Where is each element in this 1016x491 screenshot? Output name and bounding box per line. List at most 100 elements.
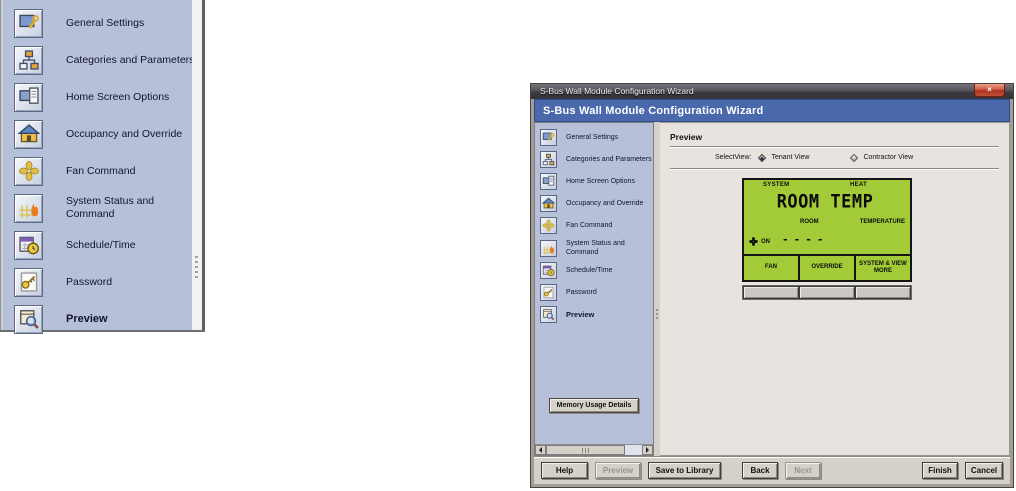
sidebar-item-label: Categories and Parameters <box>566 156 652 163</box>
select-view-row: SelectView: Tenant View Contractor View <box>715 153 999 162</box>
sidebar-item-preview[interactable]: Preview <box>14 304 192 334</box>
hardware-button-2[interactable] <box>800 287 854 298</box>
sidebar-item-categories-and-parameters[interactable]: Categories and Parameters <box>540 151 653 168</box>
sidebar-item-label: Password <box>566 289 597 297</box>
lcd-softkey-system-view-more: SYSTEM & VIEW MORE <box>854 256 910 280</box>
hardware-button-1[interactable] <box>744 287 798 298</box>
splitter-grip-icon <box>195 256 198 278</box>
lcd-fan-status: ON <box>749 237 770 246</box>
close-icon[interactable]: × <box>974 84 1005 97</box>
wizard-sidebar-enlarged: General Settings Categories and Paramete… <box>0 0 205 334</box>
schedule-icon <box>540 262 557 280</box>
sidebar-item-preview[interactable]: Preview <box>540 306 653 324</box>
lcd-softkey-override: OVERRIDE <box>798 256 854 280</box>
sidebar-item-label: Fan Command <box>566 222 613 229</box>
select-view-label: SelectView: <box>715 154 752 161</box>
lcd-display: SYSTEM HEAT ROOM TEMP ROOM TEMPERATURE -… <box>742 178 912 282</box>
scrollbar-track[interactable] <box>546 445 642 455</box>
next-button[interactable]: Next <box>785 462 821 479</box>
schedule-icon <box>14 230 43 260</box>
lcd-main-readout: ROOM TEMP <box>776 190 874 214</box>
wizard-header: S-Bus Wall Module Configuration Wizard <box>534 99 1010 122</box>
fan-icon <box>14 156 43 186</box>
sidebar-item-fan-command[interactable]: Fan Command <box>540 217 653 234</box>
lcd-softkey-fan: FAN <box>765 264 777 271</box>
preview-button[interactable]: Preview <box>595 462 641 479</box>
general-settings-icon <box>540 129 557 146</box>
sidebar-item-schedule-time[interactable]: Schedule/Time <box>14 230 192 260</box>
screenshot-canvas: General Settings Categories and Paramete… <box>0 0 1016 491</box>
password-icon <box>14 267 43 297</box>
wall-module-preview: SYSTEM HEAT ROOM TEMP ROOM TEMPERATURE -… <box>742 178 912 300</box>
radio-unselected-icon <box>850 153 859 162</box>
sidebar-item-label: General Settings <box>566 134 619 141</box>
sidebar-item-fan-command[interactable]: Fan Command <box>14 156 192 186</box>
sidebar-right-border <box>202 0 205 330</box>
wizard-dialog: S-Bus Wall Module Configuration Wizard ×… <box>530 83 1014 488</box>
window-titlebar[interactable]: S-Bus Wall Module Configuration Wizard × <box>531 84 1013 99</box>
system-status-icon <box>14 193 43 223</box>
categories-icon <box>540 151 557 168</box>
sidebar-item-general-settings[interactable]: General Settings <box>540 129 653 146</box>
lcd-system-label: SYSTEM <box>763 182 790 188</box>
sidebar-item-label: Occupancy and Override <box>566 200 644 207</box>
sidebar-item-schedule-time[interactable]: Schedule/Time <box>540 262 653 280</box>
lcd-room-label: ROOM <box>800 219 819 225</box>
cancel-button[interactable]: Cancel <box>965 462 1003 479</box>
sidebar-item-label: Occupancy and Override <box>66 128 183 140</box>
sidebar-item-occupancy-and-override[interactable]: Occupancy and Override <box>14 119 192 149</box>
preview-panel: Preview SelectView: Tenant View Contract… <box>660 122 1010 456</box>
sidebar-item-label: Schedule/Time <box>66 239 136 251</box>
preview-panel-title: Preview <box>670 132 703 142</box>
module-hardware-buttons <box>742 285 912 300</box>
fan-icon <box>540 217 557 234</box>
wizard-header-title: S-Bus Wall Module Configuration Wizard <box>543 104 764 117</box>
lcd-fan-on-label: ON <box>761 238 770 245</box>
sidebar-item-system-status-and-command[interactable]: System Status and Command <box>540 239 653 257</box>
sidebar-item-home-screen-options[interactable]: Home Screen Options <box>540 173 653 190</box>
scroll-left-icon[interactable] <box>535 445 546 455</box>
general-settings-icon <box>14 8 43 38</box>
help-button[interactable]: Help <box>541 462 588 479</box>
sidebar-item-label: Preview <box>66 313 108 325</box>
lcd-heat-label: HEAT <box>850 182 868 188</box>
fan-icon <box>749 237 758 246</box>
finish-button[interactable]: Finish <box>922 462 958 479</box>
sidebar-item-label: System Status and Command <box>566 240 625 257</box>
sidebar-item-occupancy-and-override[interactable]: Occupancy and Override <box>540 195 653 212</box>
memory-usage-details-button[interactable]: Memory Usage Details <box>548 398 640 413</box>
sidebar-item-password[interactable]: Password <box>540 284 653 302</box>
window-title: S-Bus Wall Module Configuration Wizard <box>540 86 694 96</box>
sidebar-item-label: System Status and Command <box>66 194 155 220</box>
sidebar-item-system-status-and-command[interactable]: System Status and Command <box>14 193 192 223</box>
sidebar-item-general-settings[interactable]: General Settings <box>14 8 192 38</box>
hardware-button-3[interactable] <box>856 287 910 298</box>
back-button[interactable]: Back <box>742 462 778 479</box>
wizard-content: General Settings Categories and Paramete… <box>534 122 1010 456</box>
sidebar-item-categories-and-parameters[interactable]: Categories and Parameters <box>14 45 194 75</box>
sidebar-body: General Settings Categories and Paramete… <box>3 0 194 334</box>
sidebar-item-label: Fan Command <box>66 165 136 177</box>
sidebar-item-label: Home Screen Options <box>566 178 635 185</box>
scrollbar-thumb[interactable] <box>546 445 625 455</box>
window-frame: S-Bus Wall Module Configuration Wizard G… <box>531 99 1013 487</box>
radio-tenant-view[interactable]: Tenant View <box>758 153 809 162</box>
scroll-right-icon[interactable] <box>642 445 653 455</box>
sidebar-item-label: Password <box>66 276 113 288</box>
occupancy-icon <box>14 119 43 149</box>
divider <box>670 168 999 170</box>
wizard-footer: Help Preview Save to Library Back Next F… <box>534 456 1010 484</box>
sidebar-horizontal-scrollbar[interactable] <box>535 444 653 455</box>
home-screen-icon <box>540 173 557 190</box>
sidebar-item-password[interactable]: Password <box>14 267 192 297</box>
sidebar-splitter[interactable] <box>192 0 202 330</box>
radio-contractor-view[interactable]: Contractor View <box>850 153 913 162</box>
wizard-sidebar: General Settings Categories and Paramete… <box>534 122 654 456</box>
save-to-library-button[interactable]: Save to Library <box>648 462 721 479</box>
sidebar-item-label: Schedule/Time <box>566 267 613 275</box>
preview-icon <box>14 304 43 334</box>
splitter-grip-icon <box>656 309 658 319</box>
sidebar-item-home-screen-options[interactable]: Home Screen Options <box>14 82 192 112</box>
sidebar-item-label: Home Screen Options <box>66 91 170 103</box>
lcd-value-dashes: ---- <box>782 233 829 246</box>
